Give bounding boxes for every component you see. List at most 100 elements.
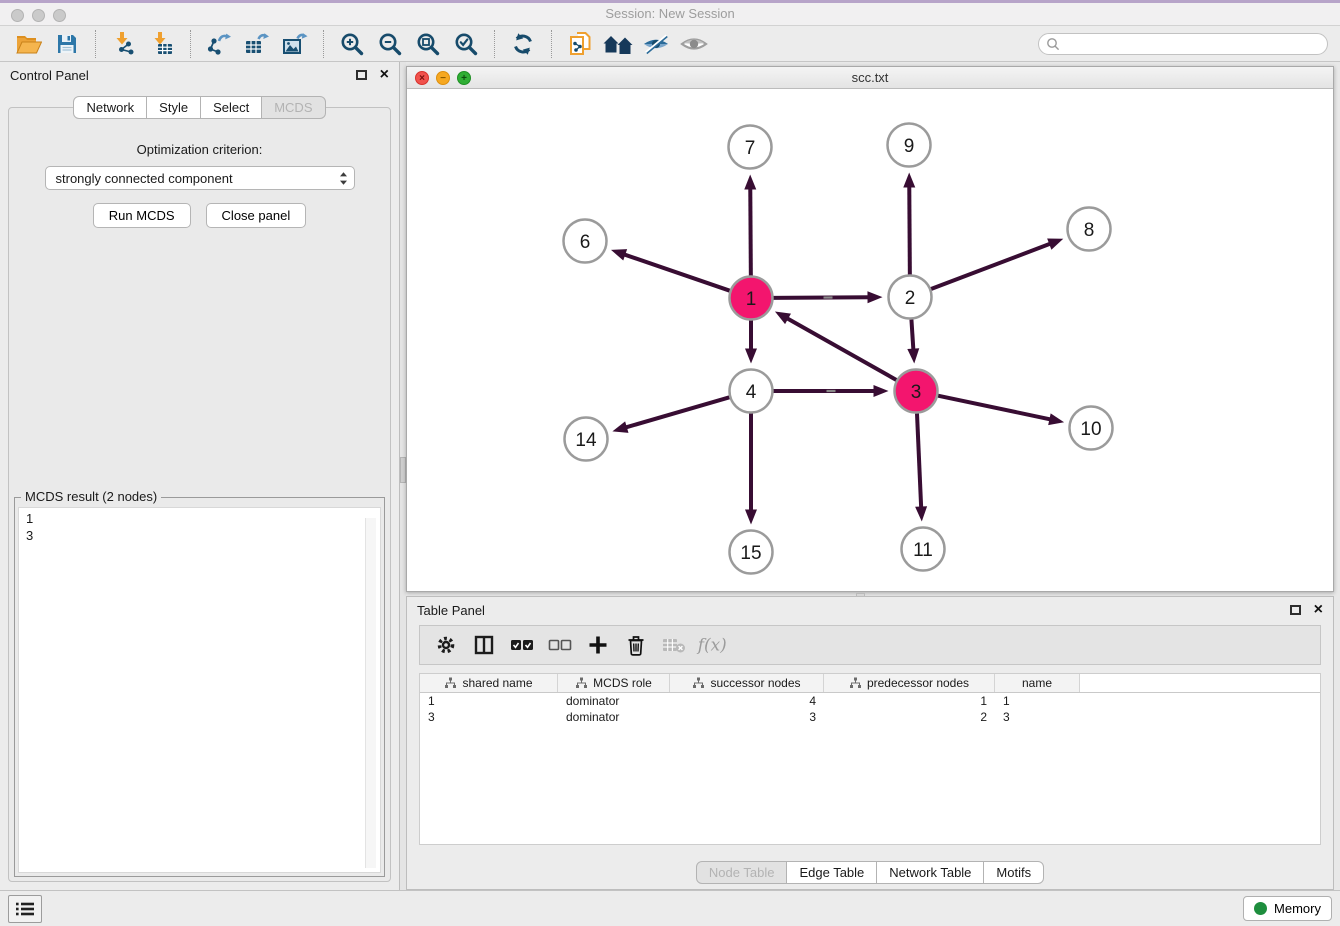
function-builder-icon: f(x) [696,630,728,660]
search-input[interactable] [1038,33,1328,55]
close-window-button[interactable] [11,9,24,22]
export-network-icon[interactable] [200,29,238,59]
zoom-in-icon[interactable] [333,29,371,59]
column-header-name[interactable]: name [995,674,1080,692]
export-image-icon[interactable] [276,29,314,59]
close-table-panel-icon[interactable]: × [1314,603,1323,617]
export-table-icon[interactable] [238,29,276,59]
table-cell[interactable]: dominator [558,694,670,708]
zoom-fit-icon[interactable] [409,29,447,59]
graph-node-4[interactable]: 4 [730,370,773,413]
svg-text:7: 7 [745,138,756,159]
graph-edge-1-6[interactable] [611,249,730,291]
table-row[interactable]: 1dominator411 [420,693,1320,709]
table-cell[interactable]: 1 [995,694,1080,708]
close-panel-icon[interactable]: × [380,68,389,82]
table-settings-gear-icon[interactable] [430,630,462,660]
tab-style[interactable]: Style [146,96,201,119]
graph-edge-2-8[interactable] [931,238,1063,289]
column-header-MCDS-role[interactable]: MCDS role [558,674,670,692]
tab-edge-table[interactable]: Edge Table [786,861,877,884]
app-titlebar: Session: New Session [0,0,1340,26]
zoom-selected-icon[interactable] [447,29,485,59]
mcds-result-node[interactable]: 3 [26,527,373,544]
refresh-layout-icon[interactable] [504,29,542,59]
graph-edge-3-11[interactable] [915,413,927,521]
graph-node-3[interactable]: 3 [895,370,938,413]
table-cell[interactable]: 3 [995,710,1080,724]
graph-node-8[interactable]: 8 [1068,208,1111,251]
svg-text:11: 11 [913,540,933,561]
memory-button[interactable]: Memory [1243,896,1332,921]
tab-select[interactable]: Select [200,96,262,119]
minimize-window-button[interactable] [32,9,45,22]
window-controls[interactable] [11,9,66,22]
tab-network[interactable]: Network [73,96,147,119]
run-mcds-button[interactable]: Run MCDS [93,203,191,228]
table-cell[interactable]: 4 [670,694,824,708]
network-window-titlebar[interactable]: × − + scc.txt [407,67,1333,89]
graph-node-2[interactable]: 2 [889,276,932,319]
graph-node-7[interactable]: 7 [729,126,772,169]
graph-node-14[interactable]: 14 [565,418,608,461]
delete-rows-icon[interactable] [620,630,652,660]
graph-node-11[interactable]: 11 [902,528,945,571]
close-panel-button[interactable]: Close panel [206,203,307,228]
criterion-dropdown[interactable]: strongly connected component [45,166,355,190]
graph-edge-2-9[interactable] [903,172,915,274]
minimize-view-button[interactable]: − [436,71,450,85]
new-network-from-selection-icon[interactable] [561,29,599,59]
graph-node-9[interactable]: 9 [888,124,931,167]
tab-motifs[interactable]: Motifs [983,861,1044,884]
show-all-icon[interactable] [675,29,713,59]
column-header-shared-name[interactable]: shared name [420,674,558,692]
import-table-icon[interactable] [143,29,181,59]
float-panel-icon[interactable] [356,70,367,80]
tab-mcds[interactable]: MCDS [261,96,325,119]
graph-edge-2-3[interactable] [907,319,919,363]
result-scrollbar[interactable] [365,518,376,868]
first-neighbors-icon[interactable] [599,29,637,59]
graph-node-10[interactable]: 10 [1070,407,1113,450]
task-history-button[interactable] [8,895,42,923]
table-row[interactable]: 3dominator323 [420,709,1320,725]
graph-node-1[interactable]: 1 [730,277,773,320]
tab-network-table[interactable]: Network Table [876,861,984,884]
table-cell[interactable]: 3 [670,710,824,724]
tab-node-table[interactable]: Node Table [696,861,788,884]
table-cell[interactable]: 1 [824,694,995,708]
show-columns-icon[interactable] [468,630,500,660]
mcds-result-node[interactable]: 1 [26,510,373,527]
graph-edge-4-15[interactable] [745,414,757,525]
svg-text:4: 4 [746,382,757,403]
graph-edge-3-10[interactable] [938,396,1064,425]
table-cell[interactable]: 1 [420,694,558,708]
zoom-out-icon[interactable] [371,29,409,59]
float-table-panel-icon[interactable] [1290,605,1301,615]
deselect-all-rows-icon[interactable] [544,630,576,660]
graph-edge-3-1[interactable] [775,312,896,380]
table-cell[interactable]: 3 [420,710,558,724]
open-session-icon[interactable] [10,29,48,59]
graph-edge-1-4[interactable] [745,321,757,364]
network-canvas[interactable]: 1 2 3 4 6 7 8 9 10 11 14 15 [407,89,1333,591]
table-cell[interactable]: 2 [824,710,995,724]
column-header-successor-nodes[interactable]: successor nodes [670,674,824,692]
save-session-icon[interactable] [48,29,86,59]
graph-node-6[interactable]: 6 [564,220,607,263]
hide-selection-icon[interactable] [637,29,675,59]
graph-edge-1-2[interactable] [773,291,882,303]
table-cell[interactable]: dominator [558,710,670,724]
select-all-rows-icon[interactable] [506,630,538,660]
column-header-predecessor-nodes[interactable]: predecessor nodes [824,674,995,692]
add-row-icon[interactable] [582,630,614,660]
graph-edge-1-7[interactable] [744,174,756,275]
mcds-result-list[interactable]: 13 [18,507,381,873]
graph-edge-4-14[interactable] [612,397,729,433]
zoom-window-button[interactable] [53,9,66,22]
graph-edge-4-3[interactable] [774,385,889,397]
close-view-button[interactable]: × [415,71,429,85]
graph-node-15[interactable]: 15 [730,531,773,574]
maximize-view-button[interactable]: + [457,71,471,85]
import-network-icon[interactable] [105,29,143,59]
